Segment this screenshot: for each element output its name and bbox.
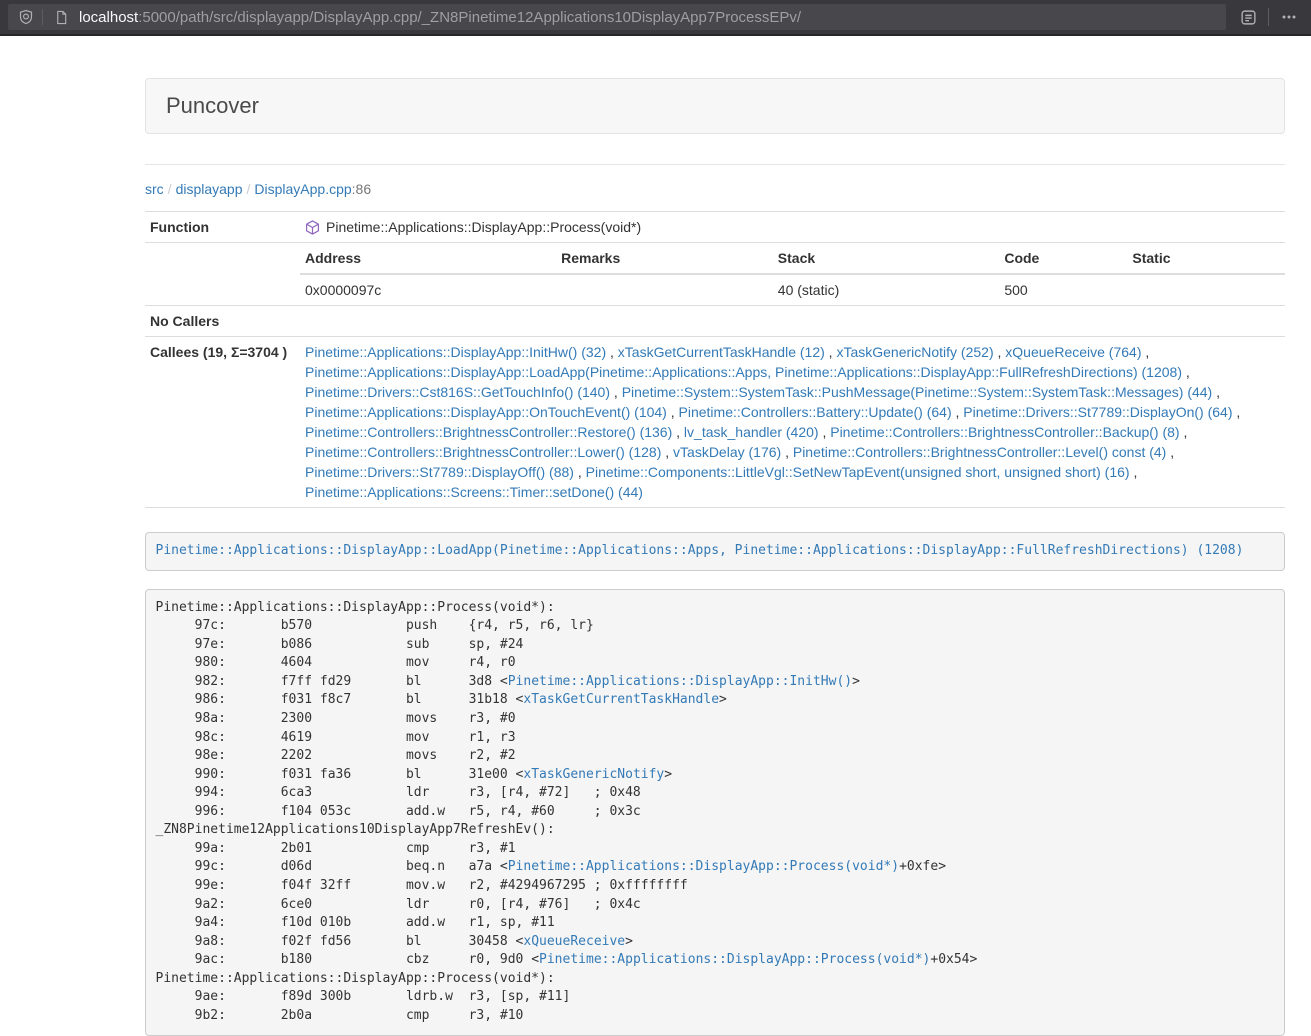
callee-link[interactable]: Pinetime::Drivers::Cst816S::GetTouchInfo… <box>305 384 610 400</box>
app-header-panel: Puncover <box>145 78 1285 134</box>
page-icon[interactable] <box>51 4 71 30</box>
callee-link[interactable]: xTaskGenericNotify (252) <box>836 344 993 360</box>
callee-link[interactable]: Pinetime::Applications::DisplayApp::Load… <box>305 364 1182 380</box>
callee-link[interactable]: Pinetime::Components::LittleVgl::SetNewT… <box>586 464 1130 480</box>
callee-link[interactable]: Pinetime::Controllers::BrightnessControl… <box>830 424 1179 440</box>
url-domain: localhost <box>79 9 138 26</box>
breadcrumb-link[interactable]: displayapp <box>176 181 243 197</box>
breadcrumb-link[interactable]: DisplayApp.cpp <box>254 181 351 197</box>
function-row: Function Pinetime::Applications::Display… <box>145 212 1285 243</box>
page-title: Puncover <box>166 93 1264 119</box>
disassembly-symbol-link[interactable]: Pinetime::Applications::DisplayApp::Proc… <box>539 952 930 967</box>
urlbar-divider <box>42 9 43 25</box>
highlighted-callee-link[interactable]: Pinetime::Applications::DisplayApp::Load… <box>156 543 1244 558</box>
stats-column-header: Remarks <box>556 243 773 274</box>
function-stats-row: AddressRemarksStackCodeStatic 0x0000097c… <box>145 243 1285 306</box>
stats-column-header: Static <box>1127 243 1285 274</box>
shield-icon[interactable] <box>16 4 36 30</box>
stats-cell <box>556 274 773 305</box>
stats-value-row: 0x0000097c 40 (static)500 <box>300 274 1285 305</box>
callees-label: Callees (19, Σ=3704 ) <box>145 337 300 508</box>
url-path: :5000/path/src/displayapp/DisplayApp.cpp… <box>138 9 801 26</box>
browser-toolbar: localhost:5000/path/src/displayapp/Displ… <box>0 0 1311 36</box>
breadcrumb-link[interactable]: src <box>145 181 164 197</box>
callee-link[interactable]: Pinetime::Drivers::St7789::DisplayOn() (… <box>963 404 1232 420</box>
breadcrumb: src/displayapp/DisplayApp.cpp:86 <box>145 181 1285 197</box>
callers-row: No Callers <box>145 306 1285 337</box>
callee-link[interactable]: Pinetime::Applications::DisplayApp::OnTo… <box>305 404 667 420</box>
breadcrumb-separator: / <box>243 181 255 197</box>
stats-column-header: Stack <box>773 243 1000 274</box>
stats-column-header: Code <box>999 243 1127 274</box>
function-table: Function Pinetime::Applications::Display… <box>145 211 1285 508</box>
callee-link[interactable]: Pinetime::Drivers::St7789::DisplayOff() … <box>305 464 574 480</box>
callees-row: Callees (19, Σ=3704 ) Pinetime::Applicat… <box>145 337 1285 508</box>
url-bar[interactable]: localhost:5000/path/src/displayapp/Displ… <box>8 4 1226 30</box>
disassembly-block: Pinetime::Applications::DisplayApp::Proc… <box>145 589 1285 1036</box>
callee-link[interactable]: Pinetime::Controllers::BrightnessControl… <box>305 444 661 460</box>
breadcrumb-line-number: :86 <box>352 181 371 197</box>
callee-link[interactable]: Pinetime::Controllers::Battery::Update()… <box>679 404 952 420</box>
callee-link[interactable]: lv_task_handler (420) <box>684 424 819 440</box>
breadcrumb-separator: / <box>164 181 176 197</box>
toolbar-divider <box>1268 8 1269 26</box>
divider <box>145 164 1285 165</box>
stats-table: AddressRemarksStackCodeStatic 0x0000097c… <box>300 243 1285 305</box>
stats-header-row: AddressRemarksStackCodeStatic <box>300 243 1285 274</box>
callee-link[interactable]: vTaskDelay (176) <box>673 444 781 460</box>
function-name: Pinetime::Applications::DisplayApp::Proc… <box>326 217 641 237</box>
symbol-cube-icon <box>305 220 320 235</box>
callees-list: Pinetime::Applications::DisplayApp::Init… <box>300 337 1285 508</box>
stats-cell: 40 (static) <box>773 274 1000 305</box>
callee-link[interactable]: xTaskGetCurrentTaskHandle (12) <box>618 344 825 360</box>
disassembly-symbol-link[interactable]: xTaskGenericNotify <box>523 767 664 782</box>
page-content: Puncover src/displayapp/DisplayApp.cpp:8… <box>145 36 1285 1036</box>
stats-cell: 500 <box>999 274 1127 305</box>
callee-link[interactable]: Pinetime::System::SystemTask::PushMessag… <box>622 384 1213 400</box>
disassembly-symbol-link[interactable]: Pinetime::Applications::DisplayApp::Init… <box>508 674 852 689</box>
function-label: Function <box>145 212 300 243</box>
no-callers-label: No Callers <box>145 306 300 337</box>
callee-link[interactable]: Pinetime::Controllers::BrightnessControl… <box>793 444 1166 460</box>
disassembly-symbol-link[interactable]: xTaskGetCurrentTaskHandle <box>523 692 719 707</box>
highlighted-callee-box: Pinetime::Applications::DisplayApp::Load… <box>145 532 1285 571</box>
callee-link[interactable]: Pinetime::Controllers::BrightnessControl… <box>305 424 672 440</box>
callee-link[interactable]: Pinetime::Applications::DisplayApp::Init… <box>305 344 606 360</box>
url-text[interactable]: localhost:5000/path/src/displayapp/Displ… <box>79 9 801 26</box>
overflow-menu-icon[interactable] <box>1275 4 1303 30</box>
callee-link[interactable]: Pinetime::Applications::Screens::Timer::… <box>305 484 643 500</box>
stats-cell <box>1127 274 1285 305</box>
stats-column-header: Address <box>300 243 556 274</box>
disassembly-symbol-link[interactable]: xQueueReceive <box>523 934 625 949</box>
stats-cell: 0x0000097c <box>300 274 556 305</box>
disassembly-symbol-link[interactable]: Pinetime::Applications::DisplayApp::Proc… <box>508 859 899 874</box>
callee-link[interactable]: xQueueReceive (764) <box>1005 344 1141 360</box>
reader-mode-icon[interactable] <box>1234 4 1262 30</box>
